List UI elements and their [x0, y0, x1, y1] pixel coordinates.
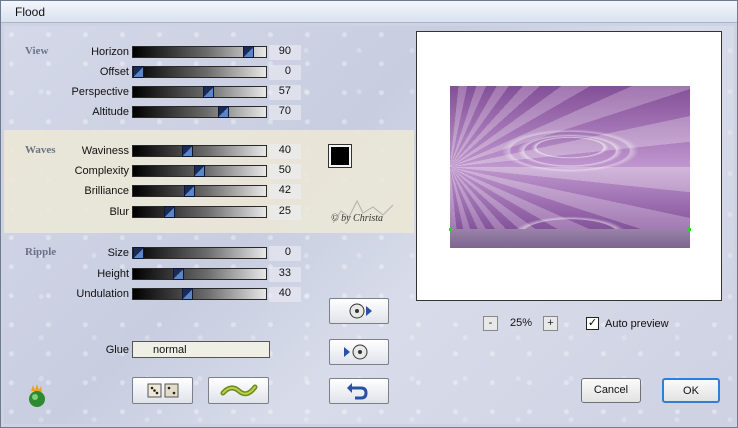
- horizon-marker-left: [449, 228, 452, 231]
- slider-thumb-offset[interactable]: [133, 66, 144, 78]
- slider-horizon[interactable]: [132, 46, 267, 58]
- slider-offset[interactable]: [132, 66, 267, 78]
- slider-label-blur: Blur: [109, 206, 129, 218]
- slider-height[interactable]: [132, 268, 267, 280]
- horizon-marker-right: [688, 228, 691, 231]
- slider-altitude[interactable]: [132, 106, 267, 118]
- slider-value-perspective[interactable]: 57: [269, 85, 301, 100]
- randomize-button[interactable]: [132, 377, 193, 404]
- slider-value-complexity[interactable]: 50: [269, 164, 301, 179]
- slider-undulation[interactable]: [132, 288, 267, 300]
- slider-value-waviness[interactable]: 40: [269, 144, 301, 159]
- slider-perspective[interactable]: [132, 86, 267, 98]
- slider-value-height[interactable]: 33: [269, 267, 301, 282]
- slider-brilliance[interactable]: [132, 185, 267, 197]
- load-preset-icon: [349, 303, 372, 319]
- ok-button[interactable]: OK: [662, 378, 720, 403]
- slider-thumb-perspective[interactable]: [203, 86, 214, 98]
- slider-label-undulation: Undulation: [76, 288, 129, 300]
- slider-value-brilliance[interactable]: 42: [269, 184, 301, 199]
- slider-label-height: Height: [97, 268, 129, 280]
- load-preset-button[interactable]: [329, 298, 389, 324]
- slider-label-perspective: Perspective: [71, 86, 129, 98]
- slider-thumb-altitude[interactable]: [218, 106, 229, 118]
- auto-preview-label: Auto preview: [605, 318, 669, 330]
- slider-thumb-blur[interactable]: [164, 206, 175, 218]
- slider-blur[interactable]: [132, 206, 267, 218]
- svg-text:© by Christa: © by Christa: [331, 213, 383, 224]
- window-title: Flood: [15, 5, 46, 19]
- cancel-button[interactable]: Cancel: [581, 378, 641, 403]
- auto-preview-checkbox[interactable]: ✓: [586, 317, 599, 330]
- undo-button[interactable]: [329, 378, 389, 404]
- slider-value-altitude[interactable]: 70: [269, 105, 301, 120]
- slider-label-altitude: Altitude: [92, 106, 129, 118]
- watermark-signature: © by Christa: [327, 193, 399, 233]
- zoom-out-button[interactable]: -: [483, 316, 498, 331]
- slider-complexity[interactable]: [132, 165, 267, 177]
- zoom-level: 25%: [509, 317, 533, 329]
- slider-label-horizon: Horizon: [91, 46, 129, 58]
- slider-value-horizon[interactable]: 90: [269, 45, 301, 60]
- slider-label-complexity: Complexity: [74, 165, 129, 177]
- title-bar: Flood: [1, 1, 737, 23]
- slider-label-size: Size: [107, 247, 129, 259]
- slider-thumb-waviness[interactable]: [182, 145, 193, 157]
- slider-label-offset: Offset: [99, 66, 129, 78]
- preview-image[interactable]: [450, 86, 690, 248]
- flood-plugin-icon: [25, 383, 49, 409]
- glue-select[interactable]: normal: [132, 341, 270, 358]
- slider-label-brilliance: Brilliance: [84, 185, 129, 197]
- slider-thumb-size[interactable]: [133, 247, 144, 259]
- wave-color-swatch[interactable]: [328, 144, 352, 168]
- save-preset-button[interactable]: [329, 339, 389, 365]
- flood-dialog: Flood View Waves Ripple Horizon 90 Offset 0…: [0, 0, 738, 428]
- slider-waviness[interactable]: [132, 145, 267, 157]
- glue-label: Glue: [105, 344, 129, 356]
- wave-icon: [220, 384, 258, 397]
- undo-icon: [347, 383, 368, 400]
- preview-panel: [416, 31, 722, 301]
- slider-value-size[interactable]: 0: [269, 246, 301, 261]
- dice-icon: [147, 383, 179, 398]
- slider-size[interactable]: [132, 247, 267, 259]
- slider-value-blur[interactable]: 25: [269, 205, 301, 220]
- save-preset-icon: [344, 344, 368, 360]
- zoom-in-button[interactable]: +: [543, 316, 558, 331]
- slider-thumb-undulation[interactable]: [182, 288, 193, 300]
- preview-water: [450, 229, 690, 248]
- slider-value-undulation[interactable]: 40: [269, 287, 301, 302]
- slider-label-waviness: Waviness: [81, 145, 129, 157]
- slider-thumb-complexity[interactable]: [194, 165, 205, 177]
- slider-thumb-horizon[interactable]: [243, 46, 254, 58]
- reset-waves-button[interactable]: [208, 377, 269, 404]
- slider-thumb-height[interactable]: [173, 268, 184, 280]
- slider-value-offset[interactable]: 0: [269, 65, 301, 80]
- slider-thumb-brilliance[interactable]: [184, 185, 195, 197]
